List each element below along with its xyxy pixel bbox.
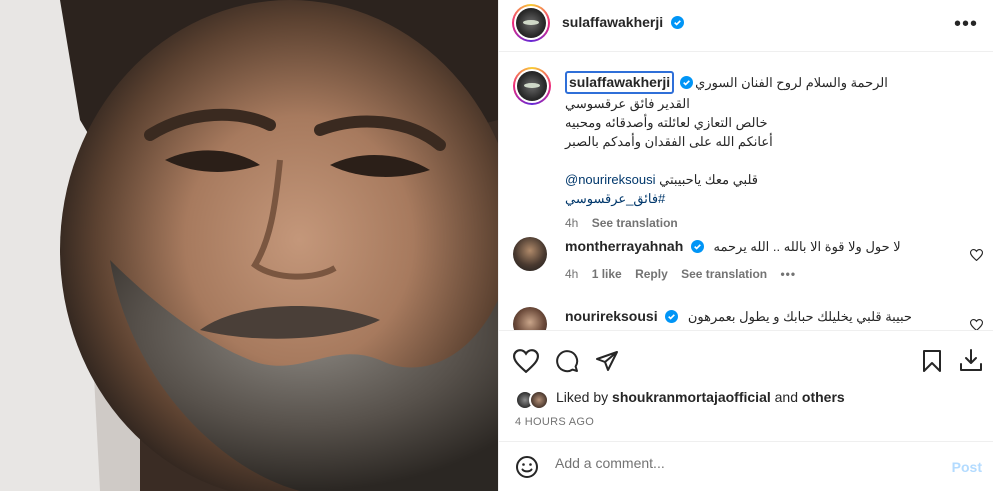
like-comment-heart-icon[interactable]: [970, 319, 983, 330]
comment-input[interactable]: [555, 455, 915, 471]
caption-avatar[interactable]: [513, 67, 551, 105]
commenter-username[interactable]: montherrayahnah: [565, 238, 683, 254]
comment-text: حبيبة قلبي يخليلك حبابك و يطول بعمرهون: [687, 309, 912, 324]
caption-mention-text: قلبي معك ياحبيبتي: [659, 172, 758, 187]
save-bookmark-icon[interactable]: [922, 349, 942, 373]
post-panel: sulaffawakherji ••• sulaffawakherji الرح…: [498, 0, 993, 491]
download-icon[interactable]: [959, 348, 983, 373]
comment-time[interactable]: 4h: [565, 267, 578, 281]
caption-line-2: القدير فائق عرقسوسي: [565, 96, 690, 111]
liked-by-others[interactable]: others: [802, 389, 845, 405]
caption-line-3: خالص التعازي لعائلته وأصدقائه ومحبيه: [565, 115, 768, 130]
liked-by-joiner: and: [774, 389, 798, 405]
comment-reply[interactable]: Reply: [635, 267, 668, 281]
post-comment-button[interactable]: Post: [952, 459, 982, 475]
liked-by-text: Liked by shoukranmortajaofficial and oth…: [556, 389, 845, 405]
comment-see-translation[interactable]: See translation: [681, 267, 767, 281]
author-username[interactable]: sulaffawakherji: [562, 14, 663, 30]
liked-by-avatars[interactable]: [515, 390, 555, 412]
emoji-icon[interactable]: [515, 455, 539, 479]
comment-composer: Post: [499, 441, 993, 491]
comments-area[interactable]: sulaffawakherji الرحمة والسلام لروح الفن…: [499, 53, 993, 330]
like-comment-heart-icon[interactable]: [970, 249, 983, 261]
like-heart-icon[interactable]: [513, 349, 539, 373]
verified-badge-icon: [690, 240, 704, 253]
liked-by-prefix: Liked by: [556, 389, 609, 405]
post-timestamp[interactable]: 4 HOURS AGO: [515, 416, 594, 428]
caption-line-4: أعانكم الله على الفقدان وأمدكم بالصبر: [565, 134, 773, 149]
caption-mention[interactable]: @nourireksousi: [565, 172, 656, 187]
caption-see-translation[interactable]: See translation: [592, 216, 678, 230]
comment-text: لا حول ولا قوة الا بالله .. الله يرحمه: [713, 239, 901, 254]
commenter-avatar[interactable]: [513, 237, 547, 271]
caption-hashtag[interactable]: #فائق_عرقسوسي: [565, 189, 895, 208]
liked-by-user[interactable]: shoukranmortajaofficial: [612, 389, 771, 405]
caption-time[interactable]: 4h: [565, 216, 578, 230]
post-photo[interactable]: [0, 0, 498, 491]
comment-likes[interactable]: 1 like: [592, 267, 622, 281]
author-avatar[interactable]: [512, 4, 550, 42]
liker-avatar[interactable]: [529, 390, 549, 410]
verified-badge-icon: [671, 16, 685, 29]
comment-bubble-icon[interactable]: [555, 349, 579, 373]
more-options-icon[interactable]: •••: [954, 13, 978, 36]
portrait-illustration: [0, 0, 498, 491]
verified-badge-icon: [680, 76, 694, 89]
caption-line-1: الرحمة والسلام لروح الفنان السوري: [695, 75, 888, 90]
post-header: sulaffawakherji •••: [499, 0, 993, 52]
action-bar: Liked by shoukranmortajaofficial and oth…: [499, 330, 993, 448]
caption-username[interactable]: sulaffawakherji: [565, 71, 675, 94]
comment-more-icon[interactable]: •••: [780, 267, 796, 281]
share-paper-plane-icon[interactable]: [595, 349, 619, 373]
verified-badge-icon: [665, 310, 679, 323]
commenter-username[interactable]: nourireksousi: [565, 308, 658, 324]
commenter-avatar[interactable]: [513, 307, 547, 330]
